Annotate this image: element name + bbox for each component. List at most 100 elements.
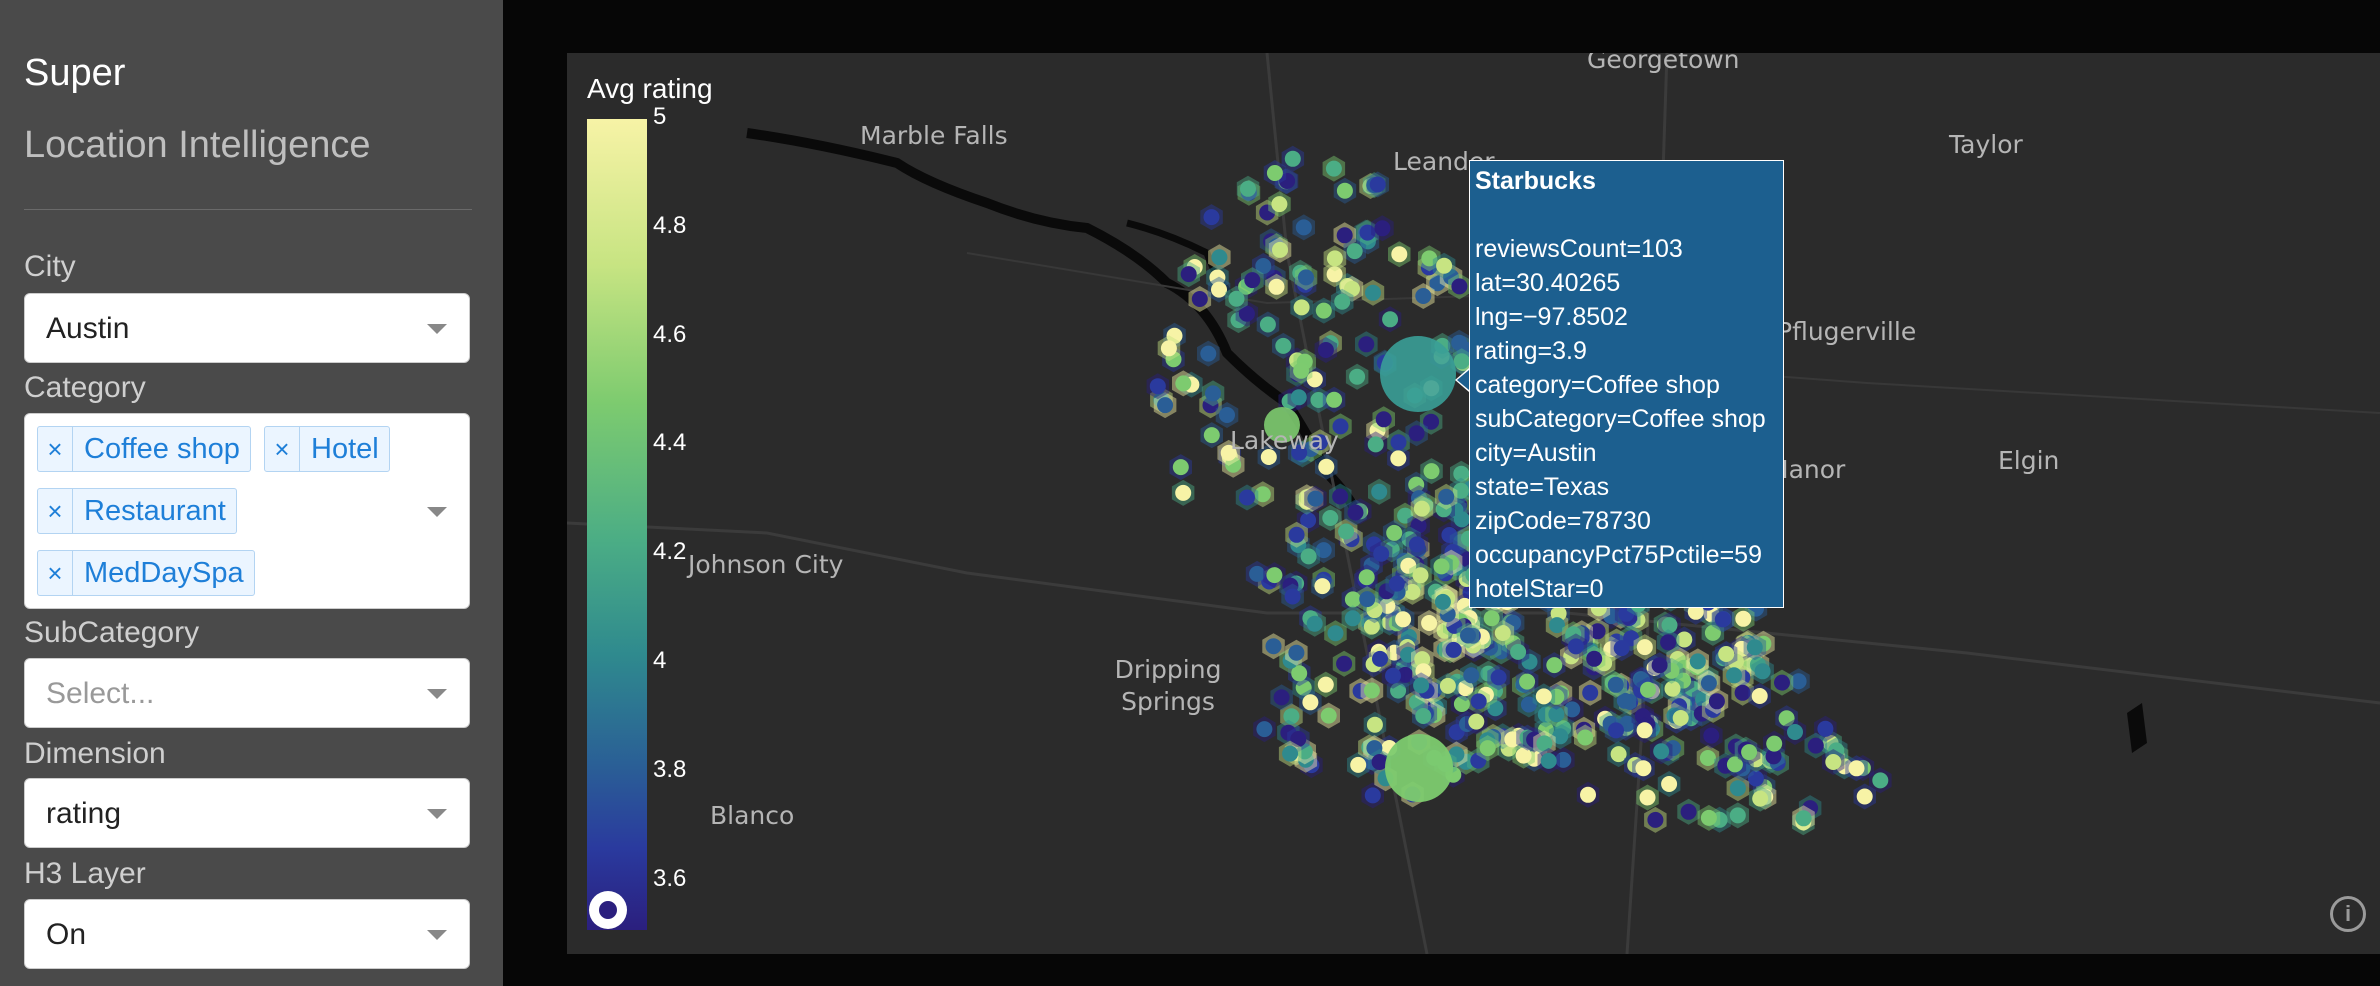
data-point[interactable] <box>1470 693 1487 710</box>
chevron-down-icon[interactable] <box>427 689 447 699</box>
data-point[interactable] <box>1703 727 1720 744</box>
data-point[interactable] <box>1175 375 1192 392</box>
data-point[interactable] <box>1391 246 1408 263</box>
data-point[interactable] <box>1639 789 1656 806</box>
data-point[interactable] <box>1438 488 1455 505</box>
data-point[interactable] <box>1460 627 1476 644</box>
data-point[interactable] <box>1577 729 1594 746</box>
data-point[interactable] <box>1408 536 1425 553</box>
data-point[interactable] <box>1320 707 1337 724</box>
data-point[interactable] <box>1515 747 1532 764</box>
data-point[interactable] <box>1726 667 1742 684</box>
chevron-down-icon[interactable] <box>427 809 447 819</box>
dimension-select[interactable]: rating <box>24 778 470 848</box>
data-point[interactable] <box>1240 180 1256 197</box>
data-point[interactable] <box>1364 787 1381 804</box>
data-point[interactable] <box>1436 257 1453 274</box>
data-point[interactable] <box>1795 810 1812 827</box>
data-point[interactable] <box>1439 677 1456 694</box>
data-point[interactable] <box>1273 689 1290 706</box>
data-point[interactable] <box>1754 663 1771 680</box>
data-point[interactable] <box>1608 722 1624 739</box>
data-point[interactable] <box>1613 640 1630 657</box>
data-point[interactable] <box>1336 182 1353 199</box>
data-point[interactable] <box>1741 744 1758 761</box>
data-point[interactable] <box>1325 160 1342 177</box>
data-point[interactable] <box>1413 677 1430 694</box>
data-point[interactable] <box>1318 458 1335 475</box>
data-point[interactable] <box>1293 299 1310 316</box>
data-point[interactable] <box>1369 176 1386 193</box>
data-point[interactable] <box>1390 450 1407 467</box>
city-select[interactable]: Austin <box>24 293 470 363</box>
data-point[interactable] <box>1636 639 1653 656</box>
data-point[interactable] <box>1672 710 1689 726</box>
data-point[interactable] <box>1336 655 1353 672</box>
data-point[interactable] <box>1366 716 1383 733</box>
data-point[interactable] <box>1205 385 1221 402</box>
data-point[interactable] <box>1385 667 1401 684</box>
data-point[interactable] <box>1386 524 1403 541</box>
data-point[interactable] <box>1266 567 1283 584</box>
data-point[interactable] <box>1315 302 1332 319</box>
data-point[interactable] <box>1700 675 1717 692</box>
data-point[interactable] <box>1580 786 1596 803</box>
data-point[interactable] <box>1567 638 1584 655</box>
chip-remove-icon[interactable]: × <box>38 551 73 595</box>
data-point[interactable] <box>1586 650 1603 667</box>
data-point[interactable] <box>1535 688 1552 705</box>
data-point[interactable] <box>1265 638 1282 655</box>
data-point[interactable] <box>1647 811 1664 828</box>
data-point[interactable] <box>1256 721 1273 738</box>
data-point[interactable] <box>1423 463 1440 480</box>
data-point[interactable] <box>1359 591 1376 608</box>
data-point[interactable] <box>1327 625 1344 642</box>
data-point[interactable] <box>1344 610 1361 627</box>
data-point[interactable] <box>1160 340 1177 357</box>
data-point[interactable] <box>1680 803 1697 820</box>
data-point[interactable] <box>1729 780 1746 797</box>
data-point[interactable] <box>1317 342 1334 358</box>
cluster-bubble[interactable] <box>1385 734 1453 802</box>
data-point[interactable] <box>1358 569 1375 586</box>
data-point[interactable] <box>1735 610 1752 627</box>
data-point[interactable] <box>1332 488 1349 505</box>
data-point[interactable] <box>1660 634 1677 651</box>
data-point[interactable] <box>1445 641 1462 658</box>
data-point[interactable] <box>1293 362 1310 379</box>
data-point[interactable] <box>1322 510 1339 526</box>
mapbox-logo-icon[interactable] <box>589 891 627 929</box>
data-point[interactable] <box>1582 684 1599 701</box>
data-point[interactable] <box>1374 220 1391 237</box>
data-point[interactable] <box>1546 657 1563 674</box>
data-point[interactable] <box>1228 290 1245 307</box>
data-point[interactable] <box>1288 644 1305 661</box>
data-point[interactable] <box>1326 250 1343 267</box>
chip-remove-icon[interactable]: × <box>38 489 73 533</box>
data-point[interactable] <box>1453 353 1470 370</box>
data-point[interactable] <box>1774 674 1790 691</box>
data-point[interactable] <box>1714 611 1731 628</box>
data-point[interactable] <box>1451 334 1468 351</box>
data-point[interactable] <box>1244 272 1261 289</box>
data-point[interactable] <box>1510 643 1527 660</box>
info-icon[interactable]: i <box>2330 896 2366 932</box>
data-point[interactable] <box>1752 790 1769 807</box>
data-point[interactable] <box>1172 459 1189 476</box>
data-point[interactable] <box>1729 807 1746 824</box>
data-point[interactable] <box>1640 681 1656 698</box>
data-point[interactable] <box>1149 378 1166 395</box>
data-point[interactable] <box>1219 407 1235 423</box>
data-point[interactable] <box>1734 684 1751 701</box>
data-point[interactable] <box>1175 484 1192 501</box>
data-point[interactable] <box>1346 243 1363 260</box>
data-point[interactable] <box>1372 650 1388 667</box>
data-point[interactable] <box>1295 219 1312 236</box>
data-point[interactable] <box>1367 436 1384 453</box>
data-point[interactable] <box>1463 667 1480 684</box>
data-point[interactable] <box>1288 526 1305 543</box>
data-point[interactable] <box>1708 693 1725 710</box>
data-point[interactable] <box>1540 752 1557 769</box>
category-multiselect[interactable]: × Coffee shop × Hotel × Restaurant × MedDayS… <box>24 413 470 609</box>
data-point[interactable] <box>1483 610 1500 627</box>
